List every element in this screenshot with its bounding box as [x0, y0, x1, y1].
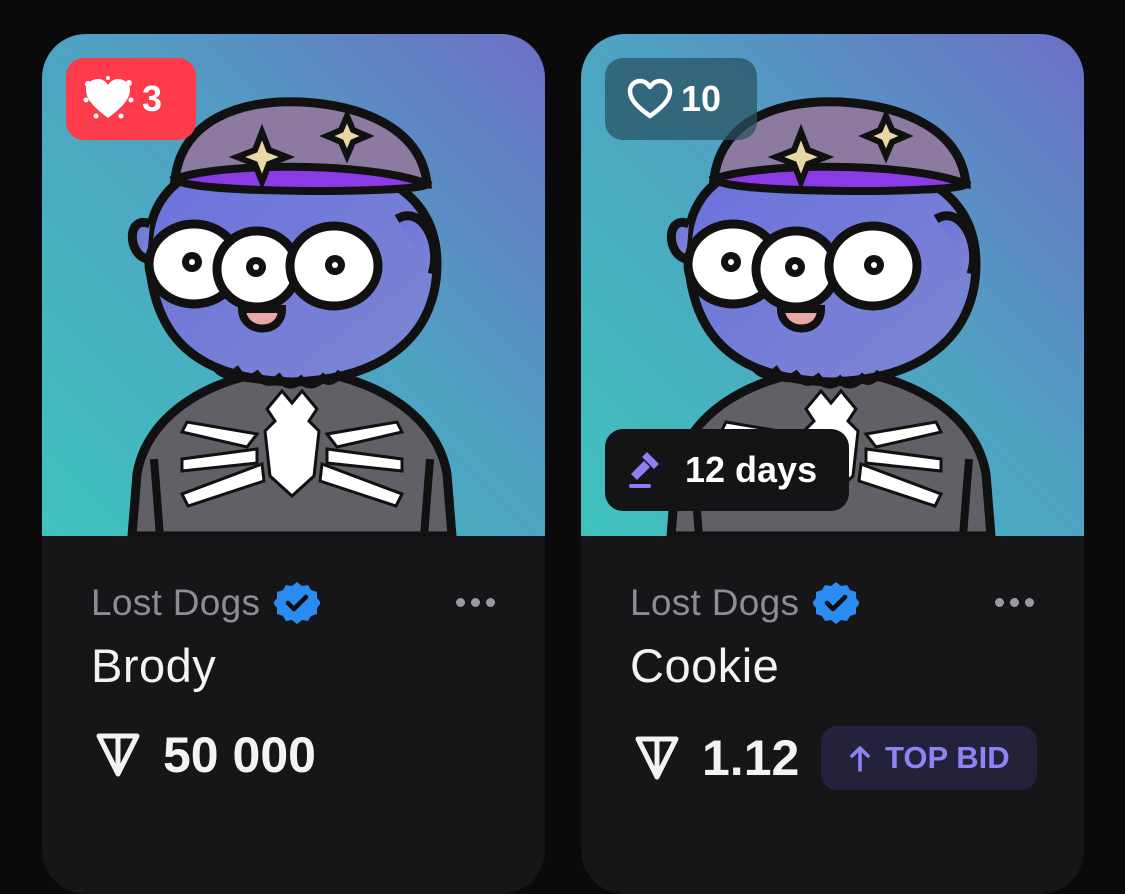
more-options-icon[interactable]: [995, 598, 1034, 607]
top-bid-badge: TOP BID: [821, 726, 1038, 790]
nft-name[interactable]: Cookie: [630, 638, 779, 693]
nft-card[interactable]: 10 12 days Lost Dogs Cookie 1.12 TOP BID: [581, 34, 1084, 894]
arrow-up-icon: [849, 744, 871, 772]
heart-outline-icon: [627, 78, 673, 120]
ton-icon: [95, 732, 141, 778]
price-row: 50 000: [95, 726, 316, 784]
like-button[interactable]: 10: [605, 58, 757, 140]
collection-name[interactable]: Lost Dogs: [630, 582, 799, 624]
auction-timer-badge: 12 days: [605, 429, 849, 511]
nft-name[interactable]: Brody: [91, 638, 216, 693]
price-value: 50 000: [163, 727, 316, 783]
price-row: 1.12 TOP BID: [634, 726, 1038, 790]
nft-card[interactable]: 3 Lost Dogs Brody 50 000: [42, 34, 545, 894]
heart-filled-icon: [82, 76, 134, 122]
ton-icon: [634, 735, 680, 781]
like-count: 10: [681, 78, 722, 119]
auction-time-left: 12 days: [685, 449, 818, 490]
verified-badge-icon: [813, 580, 860, 626]
collection-row[interactable]: Lost Dogs: [91, 580, 321, 626]
like-button[interactable]: 3: [66, 58, 196, 140]
collection-row[interactable]: Lost Dogs: [630, 580, 860, 626]
top-bid-label: TOP BID: [885, 740, 1010, 775]
verified-badge-icon: [274, 580, 321, 626]
gavel-icon: [627, 450, 667, 490]
more-options-icon[interactable]: [456, 598, 495, 607]
collection-name[interactable]: Lost Dogs: [91, 582, 260, 624]
price-value: 1.12: [702, 730, 800, 786]
like-count: 3: [142, 78, 163, 119]
